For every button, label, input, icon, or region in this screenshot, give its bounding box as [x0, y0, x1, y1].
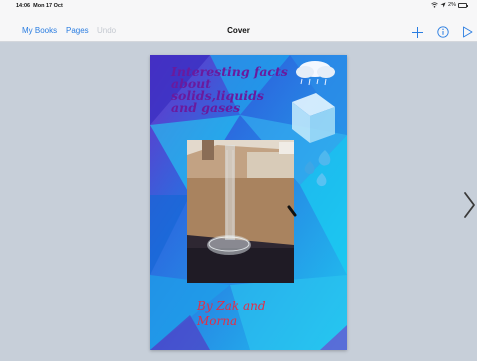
play-icon — [462, 26, 472, 38]
info-button[interactable] — [436, 25, 450, 39]
my-books-button[interactable]: My Books — [22, 26, 57, 35]
play-button[interactable] — [460, 25, 474, 39]
cover-photo[interactable] — [187, 140, 294, 283]
battery-icon — [458, 2, 468, 8]
wifi-icon — [431, 2, 438, 8]
battery-percent: 2% — [448, 2, 456, 8]
chevron-right-icon[interactable] — [462, 190, 476, 220]
info-icon — [437, 26, 449, 38]
pages-button[interactable]: Pages — [66, 26, 89, 35]
add-icon — [411, 26, 423, 38]
cover-title[interactable]: Interesting facts about solids,liquids a… — [171, 65, 301, 114]
toolbar: My Books Pages Undo Cover — [0, 12, 477, 42]
pen-marks — [287, 205, 297, 217]
status-bar: 14:06 Mon 17 Oct 2% — [0, 0, 477, 12]
cover-author[interactable]: By Zak and Morna — [197, 299, 297, 329]
status-time: 14:06 Mon 17 Oct — [16, 3, 63, 9]
lab-photo-image — [187, 140, 294, 283]
status-indicators: 2% — [431, 2, 468, 8]
undo-button[interactable]: Undo — [97, 26, 116, 35]
add-button[interactable] — [410, 25, 424, 39]
location-icon — [440, 2, 446, 8]
